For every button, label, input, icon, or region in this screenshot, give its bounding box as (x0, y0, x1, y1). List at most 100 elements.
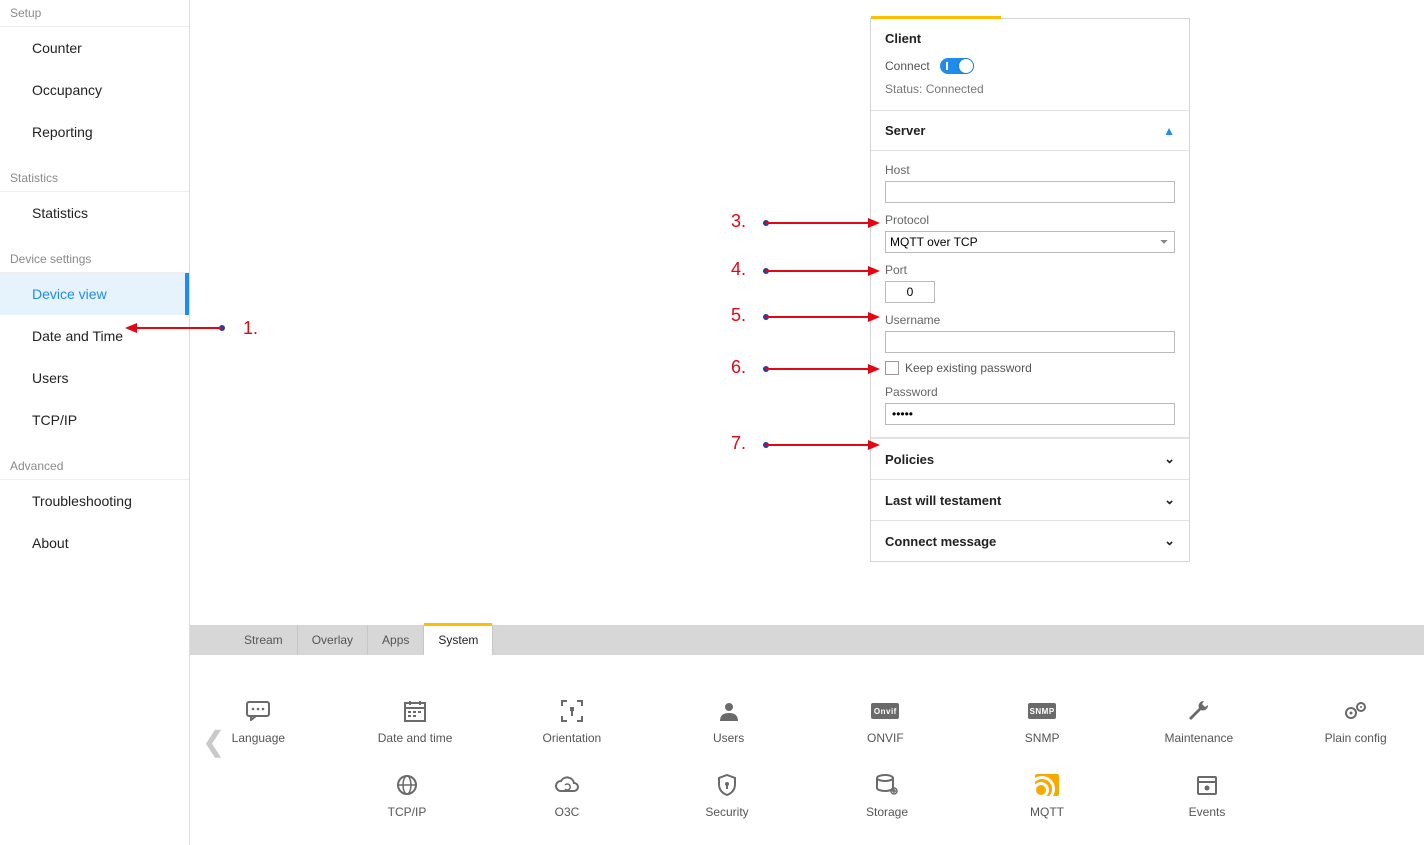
server-section-header[interactable]: Server ▲ (871, 111, 1189, 151)
tab-overlay[interactable]: Overlay (298, 625, 368, 655)
last-will-title: Last will testament (885, 493, 1001, 508)
annotation-arrow-7 (760, 435, 880, 455)
system-icon-grid: Language Date and time Orientation Users… (190, 665, 1424, 845)
icon-label: O3C (555, 805, 580, 819)
password-label: Password (885, 385, 1175, 399)
system-icon-plainconfig[interactable]: Plain config (1307, 699, 1404, 745)
system-icon-onvif[interactable]: Onvif ONVIF (837, 699, 934, 745)
onvif-badge-icon: Onvif (871, 699, 899, 723)
icon-label: Users (713, 731, 744, 745)
connect-status: Status: Connected (885, 82, 1175, 96)
annotation-arrow-4 (760, 261, 880, 281)
password-input[interactable] (885, 403, 1175, 425)
tab-system[interactable]: System (424, 625, 493, 655)
annotation-arrow-6 (760, 359, 880, 379)
system-icon-security[interactable]: Security (677, 773, 777, 819)
user-icon (715, 699, 743, 723)
system-icon-tcpip[interactable]: TCP/IP (357, 773, 457, 819)
tab-stream[interactable]: Stream (230, 625, 298, 655)
policies-title: Policies (885, 452, 934, 467)
mqtt-config-panel: Client Connect Status: Connected Server … (870, 18, 1190, 562)
orientation-icon (558, 699, 586, 723)
connect-message-section-header[interactable]: Connect message ⌄ (871, 520, 1189, 561)
client-section: Client Connect Status: Connected (871, 19, 1189, 111)
system-icon-datetime[interactable]: Date and time (367, 699, 464, 745)
cloud-sync-icon (553, 773, 581, 797)
sidebar-group-advanced: Advanced (0, 453, 189, 480)
annotation-arrow-3 (760, 213, 880, 233)
tab-apps[interactable]: Apps (368, 625, 424, 655)
port-input[interactable] (885, 281, 935, 303)
server-title: Server (885, 123, 925, 138)
username-label: Username (885, 313, 1175, 327)
system-icon-users[interactable]: Users (680, 699, 777, 745)
sidebar-group-statistics: Statistics (0, 165, 189, 192)
snmp-badge-icon: SNMP (1028, 699, 1056, 723)
keep-password-checkbox[interactable] (885, 361, 899, 375)
icon-label: TCP/IP (388, 805, 427, 819)
icon-label: Security (705, 805, 748, 819)
icon-label: MQTT (1030, 805, 1064, 819)
chevron-down-icon: ⌄ (1164, 451, 1175, 467)
protocol-select[interactable]: MQTT over TCP (885, 231, 1175, 253)
host-label: Host (885, 163, 1175, 177)
sidebar-item-counter[interactable]: Counter (0, 27, 189, 69)
annotation-label-7: 7. (731, 433, 746, 454)
sidebar-item-device-view[interactable]: Device view (0, 273, 189, 315)
keep-password-label: Keep existing password (905, 361, 1032, 375)
client-title: Client (885, 31, 1175, 46)
sidebar: Setup Counter Occupancy Reporting Statis… (0, 0, 190, 845)
port-label: Port (885, 263, 1175, 277)
sidebar-item-about[interactable]: About (0, 522, 189, 564)
system-icon-maintenance[interactable]: Maintenance (1151, 699, 1248, 745)
shield-icon (713, 773, 741, 797)
annotation-label-1: 1. (243, 318, 258, 339)
icon-label: Orientation (543, 731, 602, 745)
chevron-down-icon: ⌄ (1164, 533, 1175, 549)
chevron-down-icon: ⌄ (1164, 492, 1175, 508)
annotation-label-3: 3. (731, 211, 746, 232)
globe-icon (393, 773, 421, 797)
icon-label: Events (1189, 805, 1226, 819)
system-icon-mqtt[interactable]: MQTT (997, 773, 1097, 819)
icon-label: Date and time (378, 731, 453, 745)
sidebar-item-reporting[interactable]: Reporting (0, 111, 189, 153)
server-section-body: Host Protocol MQTT over TCP Port Usernam… (871, 151, 1189, 438)
database-icon (873, 773, 901, 797)
speech-bubble-icon (244, 699, 272, 723)
mqtt-icon (1033, 773, 1061, 797)
icon-label: Language (232, 731, 285, 745)
sidebar-item-statistics[interactable]: Statistics (0, 192, 189, 234)
wrench-icon (1185, 699, 1213, 723)
connect-label: Connect (885, 59, 930, 73)
sidebar-item-occupancy[interactable]: Occupancy (0, 69, 189, 111)
annotation-label-5: 5. (731, 305, 746, 326)
last-will-section-header[interactable]: Last will testament ⌄ (871, 479, 1189, 520)
calendar-dot-icon (1193, 773, 1221, 797)
sidebar-item-date-and-time[interactable]: Date and Time (0, 315, 189, 357)
system-icon-snmp[interactable]: SNMP SNMP (994, 699, 1091, 745)
sidebar-item-troubleshooting[interactable]: Troubleshooting (0, 480, 189, 522)
bottom-bar: Stream Overlay Apps System ❮ Language Da… (190, 625, 1424, 845)
gears-icon (1342, 699, 1370, 723)
chevron-up-icon: ▲ (1163, 124, 1175, 138)
sidebar-group-device-settings: Device settings (0, 246, 189, 273)
connect-message-title: Connect message (885, 534, 996, 549)
sidebar-item-tcpip[interactable]: TCP/IP (0, 399, 189, 441)
system-icon-orientation[interactable]: Orientation (524, 699, 621, 745)
host-input[interactable] (885, 181, 1175, 203)
protocol-label: Protocol (885, 213, 1175, 227)
system-icon-language[interactable]: Language (210, 699, 307, 745)
icon-label: Maintenance (1165, 731, 1234, 745)
annotation-label-4: 4. (731, 259, 746, 280)
policies-section-header[interactable]: Policies ⌄ (871, 438, 1189, 479)
username-input[interactable] (885, 331, 1175, 353)
icon-label: Storage (866, 805, 908, 819)
system-icon-o3c[interactable]: O3C (517, 773, 617, 819)
icon-label: Plain config (1325, 731, 1387, 745)
icon-label: ONVIF (867, 731, 904, 745)
connect-toggle[interactable] (940, 58, 974, 74)
system-icon-storage[interactable]: Storage (837, 773, 937, 819)
system-icon-events[interactable]: Events (1157, 773, 1257, 819)
sidebar-item-users[interactable]: Users (0, 357, 189, 399)
